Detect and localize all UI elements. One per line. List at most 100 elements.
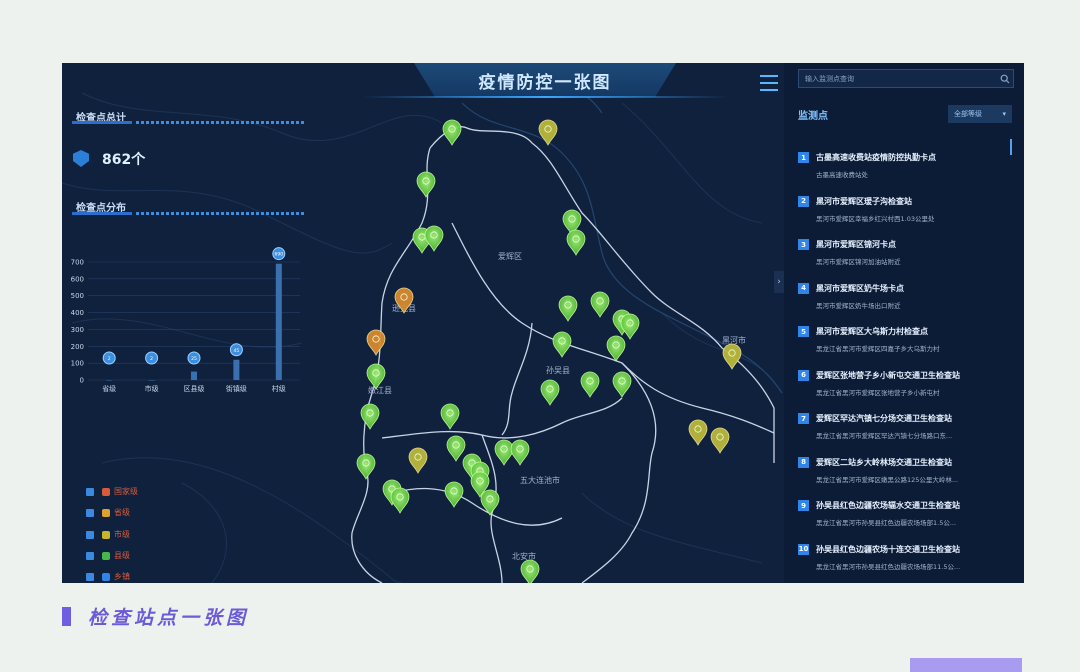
legend-label: 省级: [114, 508, 130, 517]
station-name: 爱辉区二站乡大岭林场交通卫生检查站: [816, 457, 952, 467]
station-name: 孙吴县红色边疆农场十连交通卫生检查站: [816, 544, 960, 554]
checkbox-checked-icon[interactable]: [86, 508, 94, 517]
station-number: 3: [798, 239, 809, 250]
station-number: 6: [798, 369, 809, 381]
legend-item[interactable]: 国家级: [86, 486, 138, 497]
map-label-sunwu: 孙吴县: [546, 365, 570, 375]
chevron-right-icon: ›: [777, 277, 781, 287]
distribution-title-line: [72, 212, 132, 215]
legend-item[interactable]: 乡镇: [86, 571, 130, 582]
station-name: 黑河市爱辉区瑷子沟检查站: [816, 196, 912, 206]
station-number: 7: [798, 413, 809, 424]
legend-item[interactable]: 市级: [86, 529, 130, 540]
map-label-beian: 北安市: [512, 551, 536, 561]
level-filter-value: 全部等级: [954, 110, 982, 118]
station-address: 黑龙江省黑河市爱辉区张地营子乡小新屯村: [816, 388, 940, 397]
bar: [106, 380, 113, 381]
station-list-item[interactable]: 9 孙吴县红色边疆农场辐水交通卫生检查站 黑龙江省黑河市孙吴县红色边疆农场场部1.5…: [792, 491, 1014, 535]
map-label-nenjiang: 嫩江县: [368, 385, 392, 395]
y-tick-label: 400: [71, 309, 84, 317]
station-address: 黑龙江省黑河市爱辉区罕达汽镇七分场路口东...: [816, 432, 953, 440]
y-tick-label: 0: [80, 377, 84, 385]
station-list-item[interactable]: 3 黑河市爱辉区锦河卡点 黑河市爱辉区锦河加油站附近: [792, 230, 1014, 274]
station-list-item[interactable]: 2 黑河市爱辉区瑷子沟检查站黑河市爱辉区幸福乡红兴村西1.03公里处: [792, 187, 1014, 231]
checkbox-checked-icon[interactable]: [86, 572, 94, 581]
station-list-item[interactable]: 10 孙吴县红色边疆农场十连交通卫生检查站 黑龙江省黑河市孙吴县红色边疆农场场部11…: [792, 535, 1014, 579]
search-icon[interactable]: [1000, 74, 1010, 84]
legend-item[interactable]: 省级: [86, 507, 130, 518]
station-address: 黑龙江省黑河市爱辉区嫩黑公路125公里大岭林...: [816, 475, 959, 484]
y-tick-label: 500: [71, 292, 84, 300]
total-count: 862个: [102, 152, 146, 168]
station-address: 黑河市爱辉区奶牛场出口附近: [816, 301, 901, 310]
collapse-panel-button[interactable]: ›: [774, 271, 784, 293]
legend-label: 县级: [114, 551, 130, 560]
y-tick-label: 200: [71, 343, 84, 351]
x-tick-label: 市级: [145, 384, 159, 393]
search-box: [798, 69, 1014, 88]
station-list-item[interactable]: 7 爱辉区罕达汽镇七分场交通卫生检查站 黑龙江省黑河市爱辉区罕达汽镇七分场路口东..…: [792, 404, 1014, 448]
monitor-panel: 监测点 全部等级 ▾ 1 古墨高速收费站疫情防控执勤卡点古墨高速收费站处 2 黑河市爱…: [784, 63, 1024, 583]
station-list-item[interactable]: 5 黑河市爱辉区大乌斯力村检查点 黑龙江省黑河市爱辉区四嘉子乡大乌斯力村: [792, 317, 1014, 361]
station-address: 黑龙江省黑河市孙吴县红色边疆农场场部11.5公...: [816, 562, 961, 571]
station-name: 爱辉区罕达汽镇七分场交通卫生检查站: [816, 414, 952, 423]
value-badge-label: 2: [150, 356, 153, 362]
station-address: 黑河市爱辉区锦河加油站附近: [816, 258, 901, 266]
map-label-aihui: 爱辉区: [498, 252, 522, 261]
checkbox-checked-icon[interactable]: [86, 530, 94, 539]
title-underline: [362, 96, 728, 98]
legend-label: 市级: [114, 530, 130, 539]
station-number: 10: [798, 543, 809, 555]
bar: [233, 359, 240, 380]
station-name: 爱辉区张地营子乡小新屯交通卫生检查站: [816, 370, 960, 380]
x-tick-label: 省级: [102, 384, 116, 393]
station-address: 黑龙江省黑河市孙吴县红色边疆农场场部1.5公...: [816, 519, 957, 527]
summary-title-line: [72, 121, 132, 124]
x-tick-label: 区县级: [184, 384, 205, 393]
station-list-item[interactable]: 8 爱辉区二站乡大岭林场交通卫生检查站 黑龙江省黑河市爱辉区嫩黑公路125公里大岭林…: [792, 448, 1014, 492]
level-filter-select[interactable]: 全部等级 ▾: [948, 105, 1012, 123]
legend-item[interactable]: 县级: [86, 550, 130, 561]
checkbox-checked-icon[interactable]: [86, 551, 94, 560]
station-name: 黑河市爱辉区大乌斯力村检查点: [816, 327, 928, 336]
legend-label: 乡镇: [114, 572, 130, 581]
station-address: 古墨高速收费站处: [816, 171, 868, 179]
menu-icon[interactable]: [760, 75, 778, 91]
x-tick-label: 村级: [272, 384, 286, 393]
station-number: 4: [798, 282, 809, 294]
marker-icon: [102, 487, 110, 496]
chevron-down-icon: ▾: [1002, 110, 1006, 118]
marker-icon: [102, 530, 110, 539]
station-list-item[interactable]: 6 爱辉区张地营子乡小新屯交通卫生检查站 黑龙江省黑河市爱辉区张地营子乡小新屯村: [792, 361, 1014, 405]
value-badge-label: 25: [191, 356, 197, 362]
bar: [191, 371, 197, 380]
checkbox-checked-icon[interactable]: [86, 487, 94, 496]
station-list-item[interactable]: 1 古墨高速收费站疫情防控执勤卡点 古墨高速收费站处: [792, 143, 1014, 187]
distribution-bar-chart: 0 100 200 300 400 500 600 700 2 省级 2 市级 25 区县级 45 街镇级 69…: [71, 247, 300, 393]
legend-label: 国家级: [114, 487, 138, 496]
bar: [148, 380, 155, 381]
distribution-title-dashes: [136, 212, 304, 215]
station-number: 1: [798, 152, 809, 163]
station-address: 黑河市爱辉区幸福乡红兴村西1.03公里处: [816, 214, 935, 223]
y-tick-label: 100: [71, 360, 84, 368]
station-name: 黑河市爱辉区奶牛场卡点: [816, 283, 904, 293]
station-number: 5: [798, 326, 809, 337]
title-bar: 疫情防控一张图: [414, 63, 676, 97]
bar: [275, 263, 282, 380]
station-list: 1 古墨高速收费站疫情防控执勤卡点 古墨高速收费站处 2 黑河市爱辉区瑷子沟检查站 黑河市…: [792, 143, 1014, 578]
map-label-wudalianchi: 五大连池市: [520, 475, 560, 485]
value-badge-label: 690: [275, 252, 284, 258]
x-tick-label: 街镇级: [226, 384, 247, 393]
station-list-item[interactable]: 4 黑河市爱辉区奶牛场卡点 黑河市爱辉区奶牛场出口附近: [792, 274, 1014, 318]
value-badge-label: 45: [234, 348, 240, 354]
y-tick-label: 700: [71, 259, 84, 267]
y-tick-label: 300: [71, 326, 84, 334]
station-name: 黑河市爱辉区锦河卡点: [816, 240, 896, 249]
station-number: 2: [798, 195, 809, 207]
dashboard-screen: 爱辉区 逊克县 孙吴县 五大连池市 北安市 嫩江县 黑河市 疫情防控一张图 检查…: [62, 63, 1024, 583]
search-input[interactable]: [799, 73, 1000, 84]
caption-accent-bar: [62, 607, 71, 626]
station-name: 孙吴县红色边疆农场辐水交通卫生检查站: [816, 501, 960, 510]
marker-icon: [102, 572, 110, 581]
